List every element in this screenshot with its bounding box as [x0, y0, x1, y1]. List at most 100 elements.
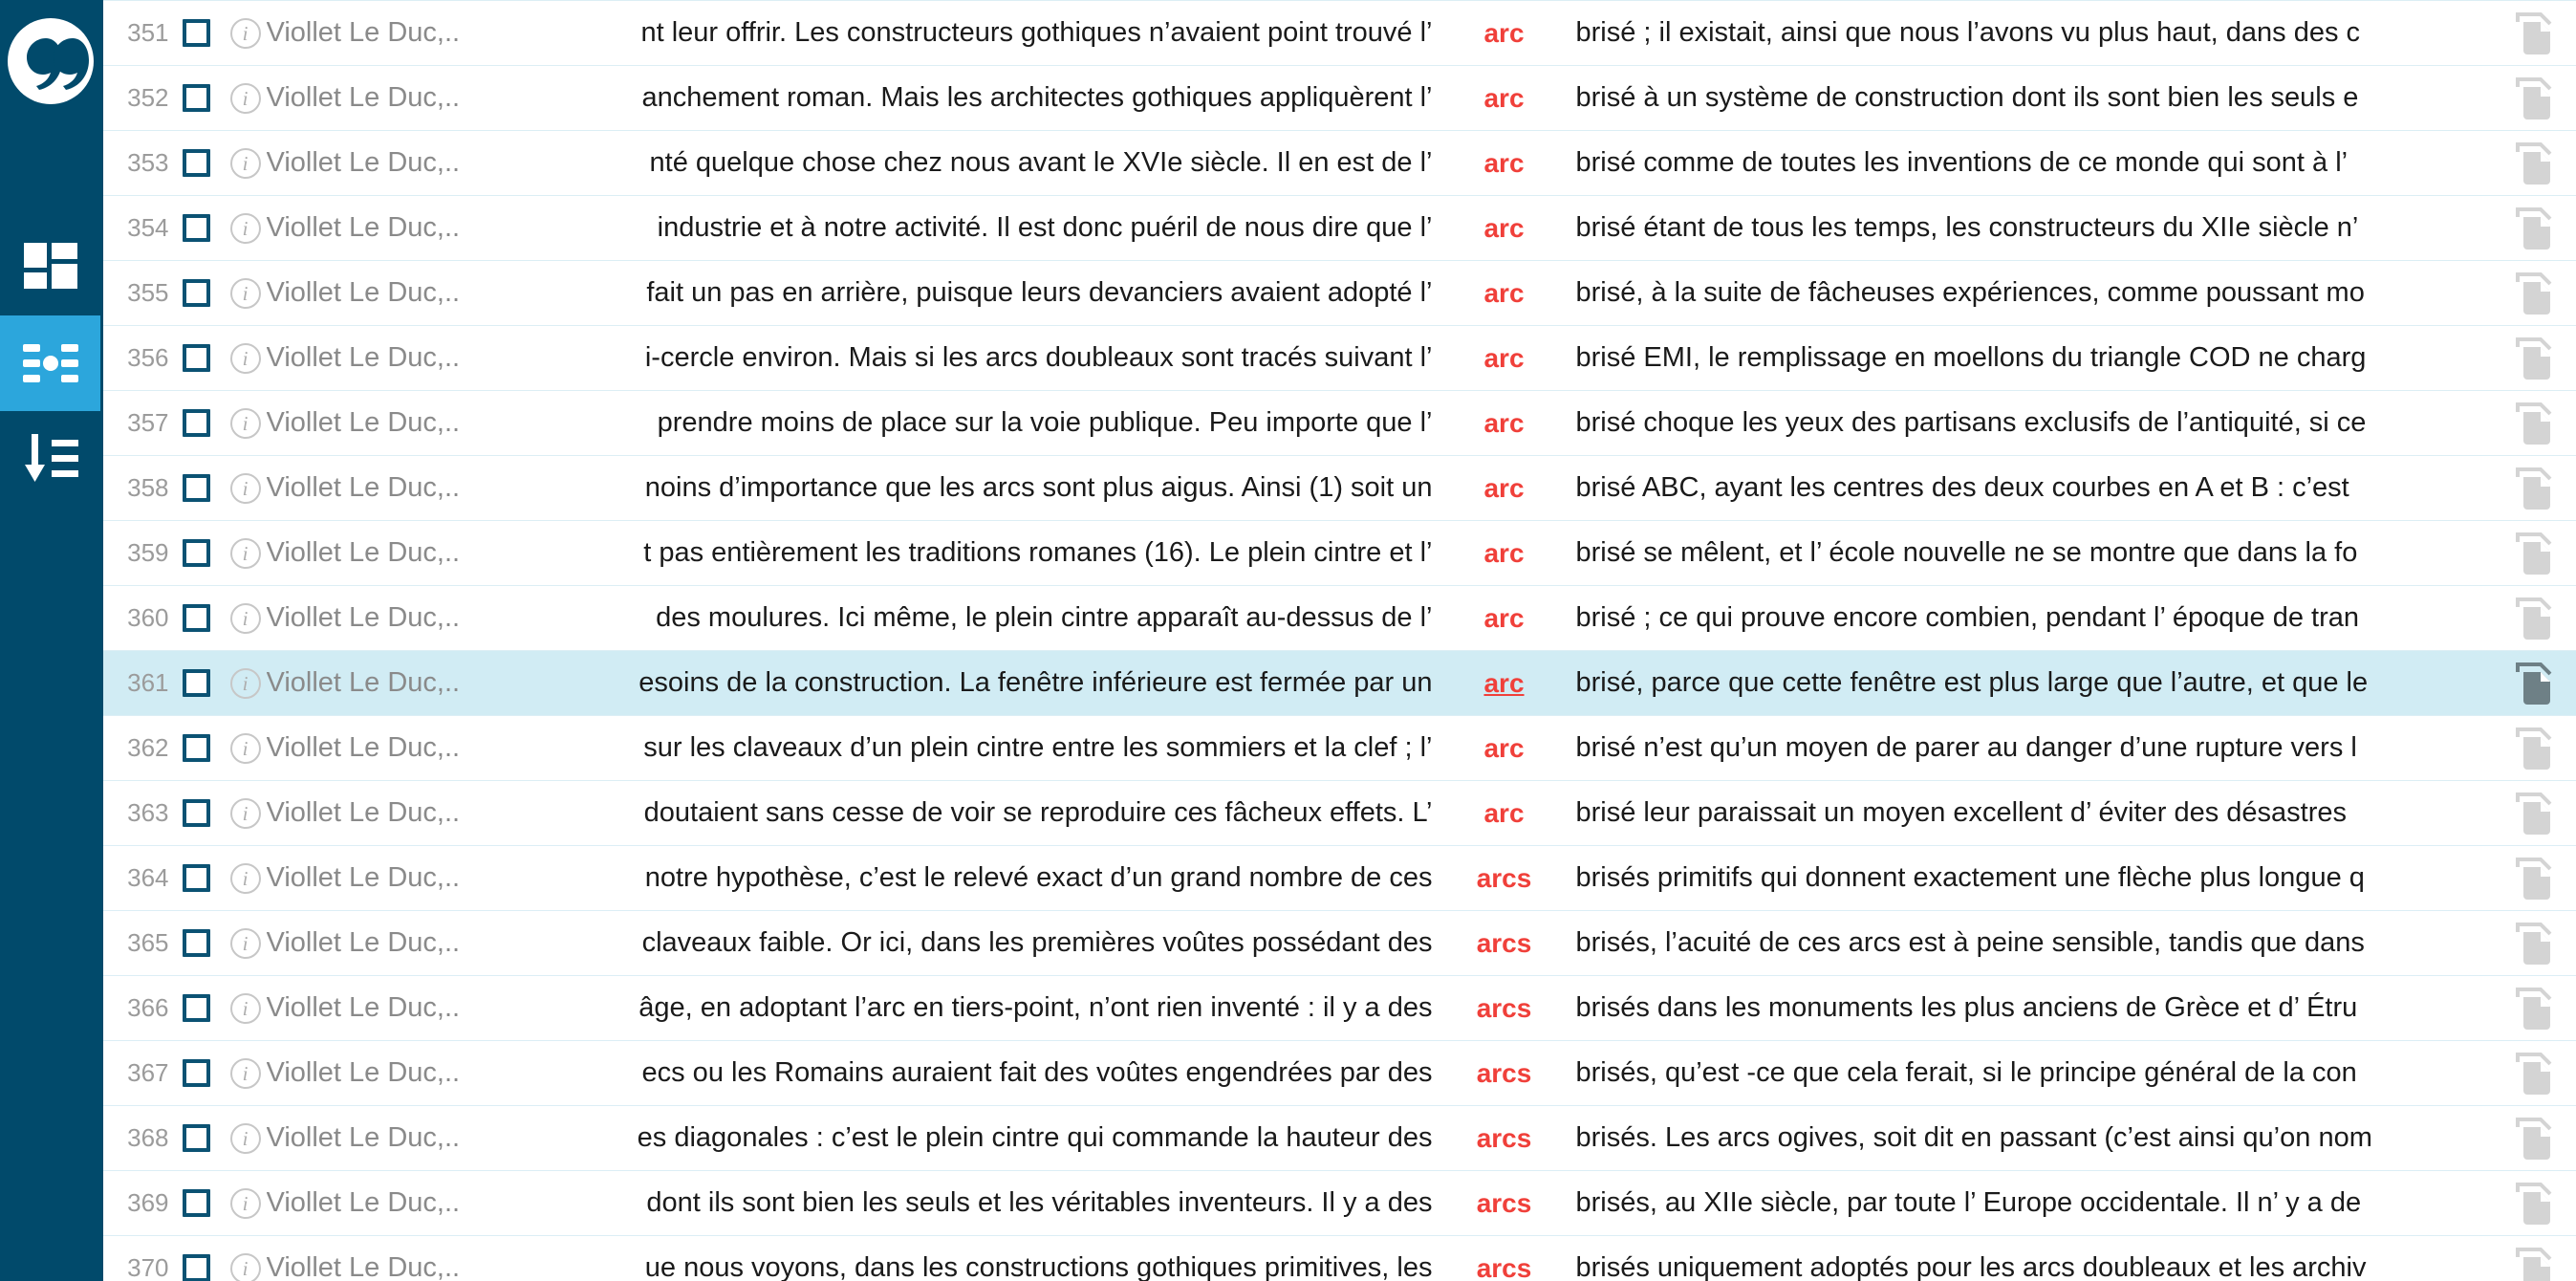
table-row[interactable]: 357 i Viollet Le Duc,... prendre moins d…	[100, 390, 2576, 456]
copy-icon[interactable]	[2514, 466, 2556, 511]
row-keyword-cell[interactable]: arc	[1432, 195, 1576, 261]
checkbox-icon[interactable]	[183, 474, 210, 502]
keyword-link[interactable]: arc	[1483, 18, 1524, 48]
table-row[interactable]: 361 i Viollet Le Duc,... esoins de la co…	[100, 650, 2576, 716]
row-source[interactable]: Viollet Le Duc,...	[266, 585, 458, 651]
keyword-link[interactable]: arc	[1483, 278, 1524, 308]
row-copy-cell[interactable]	[2493, 65, 2576, 131]
keyword-link[interactable]: arcs	[1477, 928, 1532, 958]
row-source[interactable]: Viollet Le Duc,...	[266, 1235, 458, 1281]
info-circle-icon[interactable]: i	[229, 277, 261, 309]
table-row[interactable]: 368 i Viollet Le Duc,... es diagonales :…	[100, 1105, 2576, 1171]
copy-icon[interactable]	[2514, 76, 2556, 121]
table-row[interactable]: 370 i Viollet Le Duc,... ue nous voyons,…	[100, 1235, 2576, 1281]
row-copy-cell[interactable]	[2493, 910, 2576, 976]
checkbox-icon[interactable]	[183, 994, 210, 1022]
table-row[interactable]: 353 i Viollet Le Duc,... nté quelque cho…	[100, 130, 2576, 196]
copy-icon[interactable]	[2514, 1116, 2556, 1162]
row-checkbox-cell[interactable]	[168, 650, 225, 716]
table-row[interactable]: 352 i Viollet Le Duc,... anchement roman…	[100, 65, 2576, 131]
info-circle-icon[interactable]: i	[229, 342, 261, 374]
keyword-link[interactable]: arc	[1483, 408, 1524, 438]
row-checkbox-cell[interactable]	[168, 1105, 225, 1171]
checkbox-icon[interactable]	[183, 929, 210, 957]
checkbox-icon[interactable]	[183, 669, 210, 697]
copy-icon[interactable]	[2514, 921, 2556, 966]
row-keyword-cell[interactable]: arc	[1432, 0, 1576, 66]
row-keyword-cell[interactable]: arcs	[1432, 1170, 1576, 1236]
info-circle-icon[interactable]: i	[229, 147, 261, 179]
row-info-cell[interactable]: i	[224, 195, 267, 261]
keyword-link[interactable]: arc	[1483, 343, 1524, 373]
row-copy-cell[interactable]	[2493, 1235, 2576, 1281]
keyword-link[interactable]: arcs	[1477, 1123, 1532, 1153]
copy-icon[interactable]	[2514, 336, 2556, 381]
row-keyword-cell[interactable]: arcs	[1432, 975, 1576, 1041]
row-info-cell[interactable]: i	[224, 585, 267, 651]
row-checkbox-cell[interactable]	[168, 455, 225, 521]
row-info-cell[interactable]: i	[224, 260, 267, 326]
row-checkbox-cell[interactable]	[168, 0, 225, 66]
checkbox-icon[interactable]	[183, 1124, 210, 1152]
row-info-cell[interactable]: i	[224, 1170, 267, 1236]
checkbox-icon[interactable]	[183, 734, 210, 762]
row-copy-cell[interactable]	[2493, 1105, 2576, 1171]
row-info-cell[interactable]: i	[224, 65, 267, 131]
table-row[interactable]: 363 i Viollet Le Duc,... doutaient sans …	[100, 780, 2576, 846]
row-source[interactable]: Viollet Le Duc,...	[266, 195, 458, 261]
keyword-link[interactable]: arcs	[1477, 993, 1532, 1023]
keyword-link[interactable]: arc	[1483, 213, 1524, 243]
copy-icon[interactable]	[2514, 271, 2556, 316]
row-info-cell[interactable]: i	[224, 0, 267, 66]
info-circle-icon[interactable]: i	[229, 1187, 261, 1219]
row-keyword-cell[interactable]: arc	[1432, 260, 1576, 326]
copy-icon[interactable]	[2514, 141, 2556, 186]
checkbox-icon[interactable]	[183, 279, 210, 307]
row-keyword-cell[interactable]: arcs	[1432, 845, 1576, 911]
copy-icon[interactable]	[2514, 1051, 2556, 1096]
checkbox-icon[interactable]	[183, 539, 210, 567]
row-checkbox-cell[interactable]	[168, 585, 225, 651]
row-info-cell[interactable]: i	[224, 325, 267, 391]
info-circle-icon[interactable]: i	[229, 537, 261, 569]
checkbox-icon[interactable]	[183, 864, 210, 892]
row-checkbox-cell[interactable]	[168, 780, 225, 846]
info-circle-icon[interactable]: i	[229, 862, 261, 894]
row-source[interactable]: Viollet Le Duc,...	[266, 325, 458, 391]
keyword-link[interactable]: arc	[1483, 473, 1524, 503]
copy-icon[interactable]	[2514, 531, 2556, 576]
row-copy-cell[interactable]	[2493, 0, 2576, 66]
info-circle-icon[interactable]: i	[229, 472, 261, 504]
row-keyword-cell[interactable]: arcs	[1432, 910, 1576, 976]
row-info-cell[interactable]: i	[224, 1235, 267, 1281]
row-checkbox-cell[interactable]	[168, 1170, 225, 1236]
copy-icon[interactable]	[2514, 726, 2556, 771]
row-copy-cell[interactable]	[2493, 390, 2576, 456]
row-checkbox-cell[interactable]	[168, 325, 225, 391]
row-source[interactable]: Viollet Le Duc,...	[266, 130, 458, 196]
sidebar-item-sort[interactable]	[0, 411, 100, 507]
row-copy-cell[interactable]	[2493, 780, 2576, 846]
copy-icon[interactable]	[2514, 401, 2556, 446]
row-info-cell[interactable]: i	[224, 1040, 267, 1106]
table-row[interactable]: 358 i Viollet Le Duc,... noins d’importa…	[100, 455, 2576, 521]
row-copy-cell[interactable]	[2493, 130, 2576, 196]
row-source[interactable]: Viollet Le Duc,...	[266, 65, 458, 131]
keyword-link[interactable]: arcs	[1477, 1058, 1532, 1088]
table-row[interactable]: 359 i Viollet Le Duc,... t pas entièreme…	[100, 520, 2576, 586]
app-logo[interactable]	[0, 0, 100, 115]
row-source[interactable]: Viollet Le Duc,...	[266, 1040, 458, 1106]
row-keyword-cell[interactable]: arc	[1432, 650, 1576, 716]
checkbox-icon[interactable]	[183, 799, 210, 827]
row-copy-cell[interactable]	[2493, 585, 2576, 651]
row-checkbox-cell[interactable]	[168, 1235, 225, 1281]
table-row[interactable]: 366 i Viollet Le Duc,... âge, en adoptan…	[100, 975, 2576, 1041]
row-info-cell[interactable]: i	[224, 1105, 267, 1171]
row-keyword-cell[interactable]: arcs	[1432, 1235, 1576, 1281]
table-row[interactable]: 351 i Viollet Le Duc,... nt leur offrir.…	[100, 0, 2576, 66]
checkbox-icon[interactable]	[183, 1189, 210, 1217]
info-circle-icon[interactable]: i	[229, 927, 261, 959]
row-info-cell[interactable]: i	[224, 975, 267, 1041]
row-copy-cell[interactable]	[2493, 520, 2576, 586]
sidebar-item-dashboard[interactable]	[0, 220, 100, 315]
